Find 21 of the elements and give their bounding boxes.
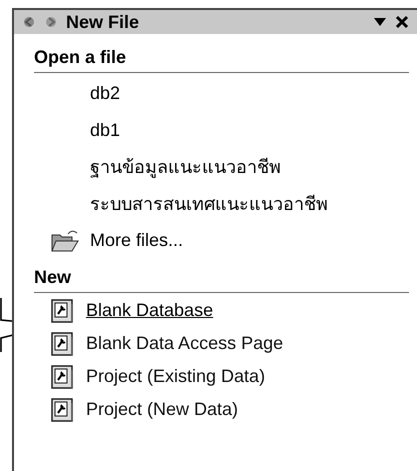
dropdown-icon[interactable] [373,17,387,27]
new-file-link[interactable]: Project (New Data) [86,396,238,423]
recent-file-link[interactable]: db1 [90,116,409,145]
recent-file-link[interactable]: ฐานข้อมูลแนะแนวอาชีพ [90,153,409,182]
new-file-link[interactable]: Blank Data Access Page [86,330,284,357]
recent-file-link[interactable]: db2 [90,79,409,108]
recent-file-link[interactable]: ระบบสารสนเทศแนะแนวอาชีพ [90,190,409,219]
forward-icon[interactable] [44,15,58,29]
section-heading: Open a file [34,44,409,73]
more-files-link[interactable]: More files... [90,227,184,254]
document-key-icon [50,330,76,356]
document-key-icon [50,396,76,422]
back-icon[interactable] [22,15,36,29]
new-file-link[interactable]: Project (Existing Data) [86,363,266,390]
new-file-link[interactable]: Blank Database [86,297,214,324]
document-key-icon [50,364,76,390]
section-heading: New [34,264,409,293]
open-folder-icon [50,228,80,252]
pane-title: New File [66,10,140,34]
close-icon[interactable] [395,15,409,29]
document-key-icon [50,298,76,324]
